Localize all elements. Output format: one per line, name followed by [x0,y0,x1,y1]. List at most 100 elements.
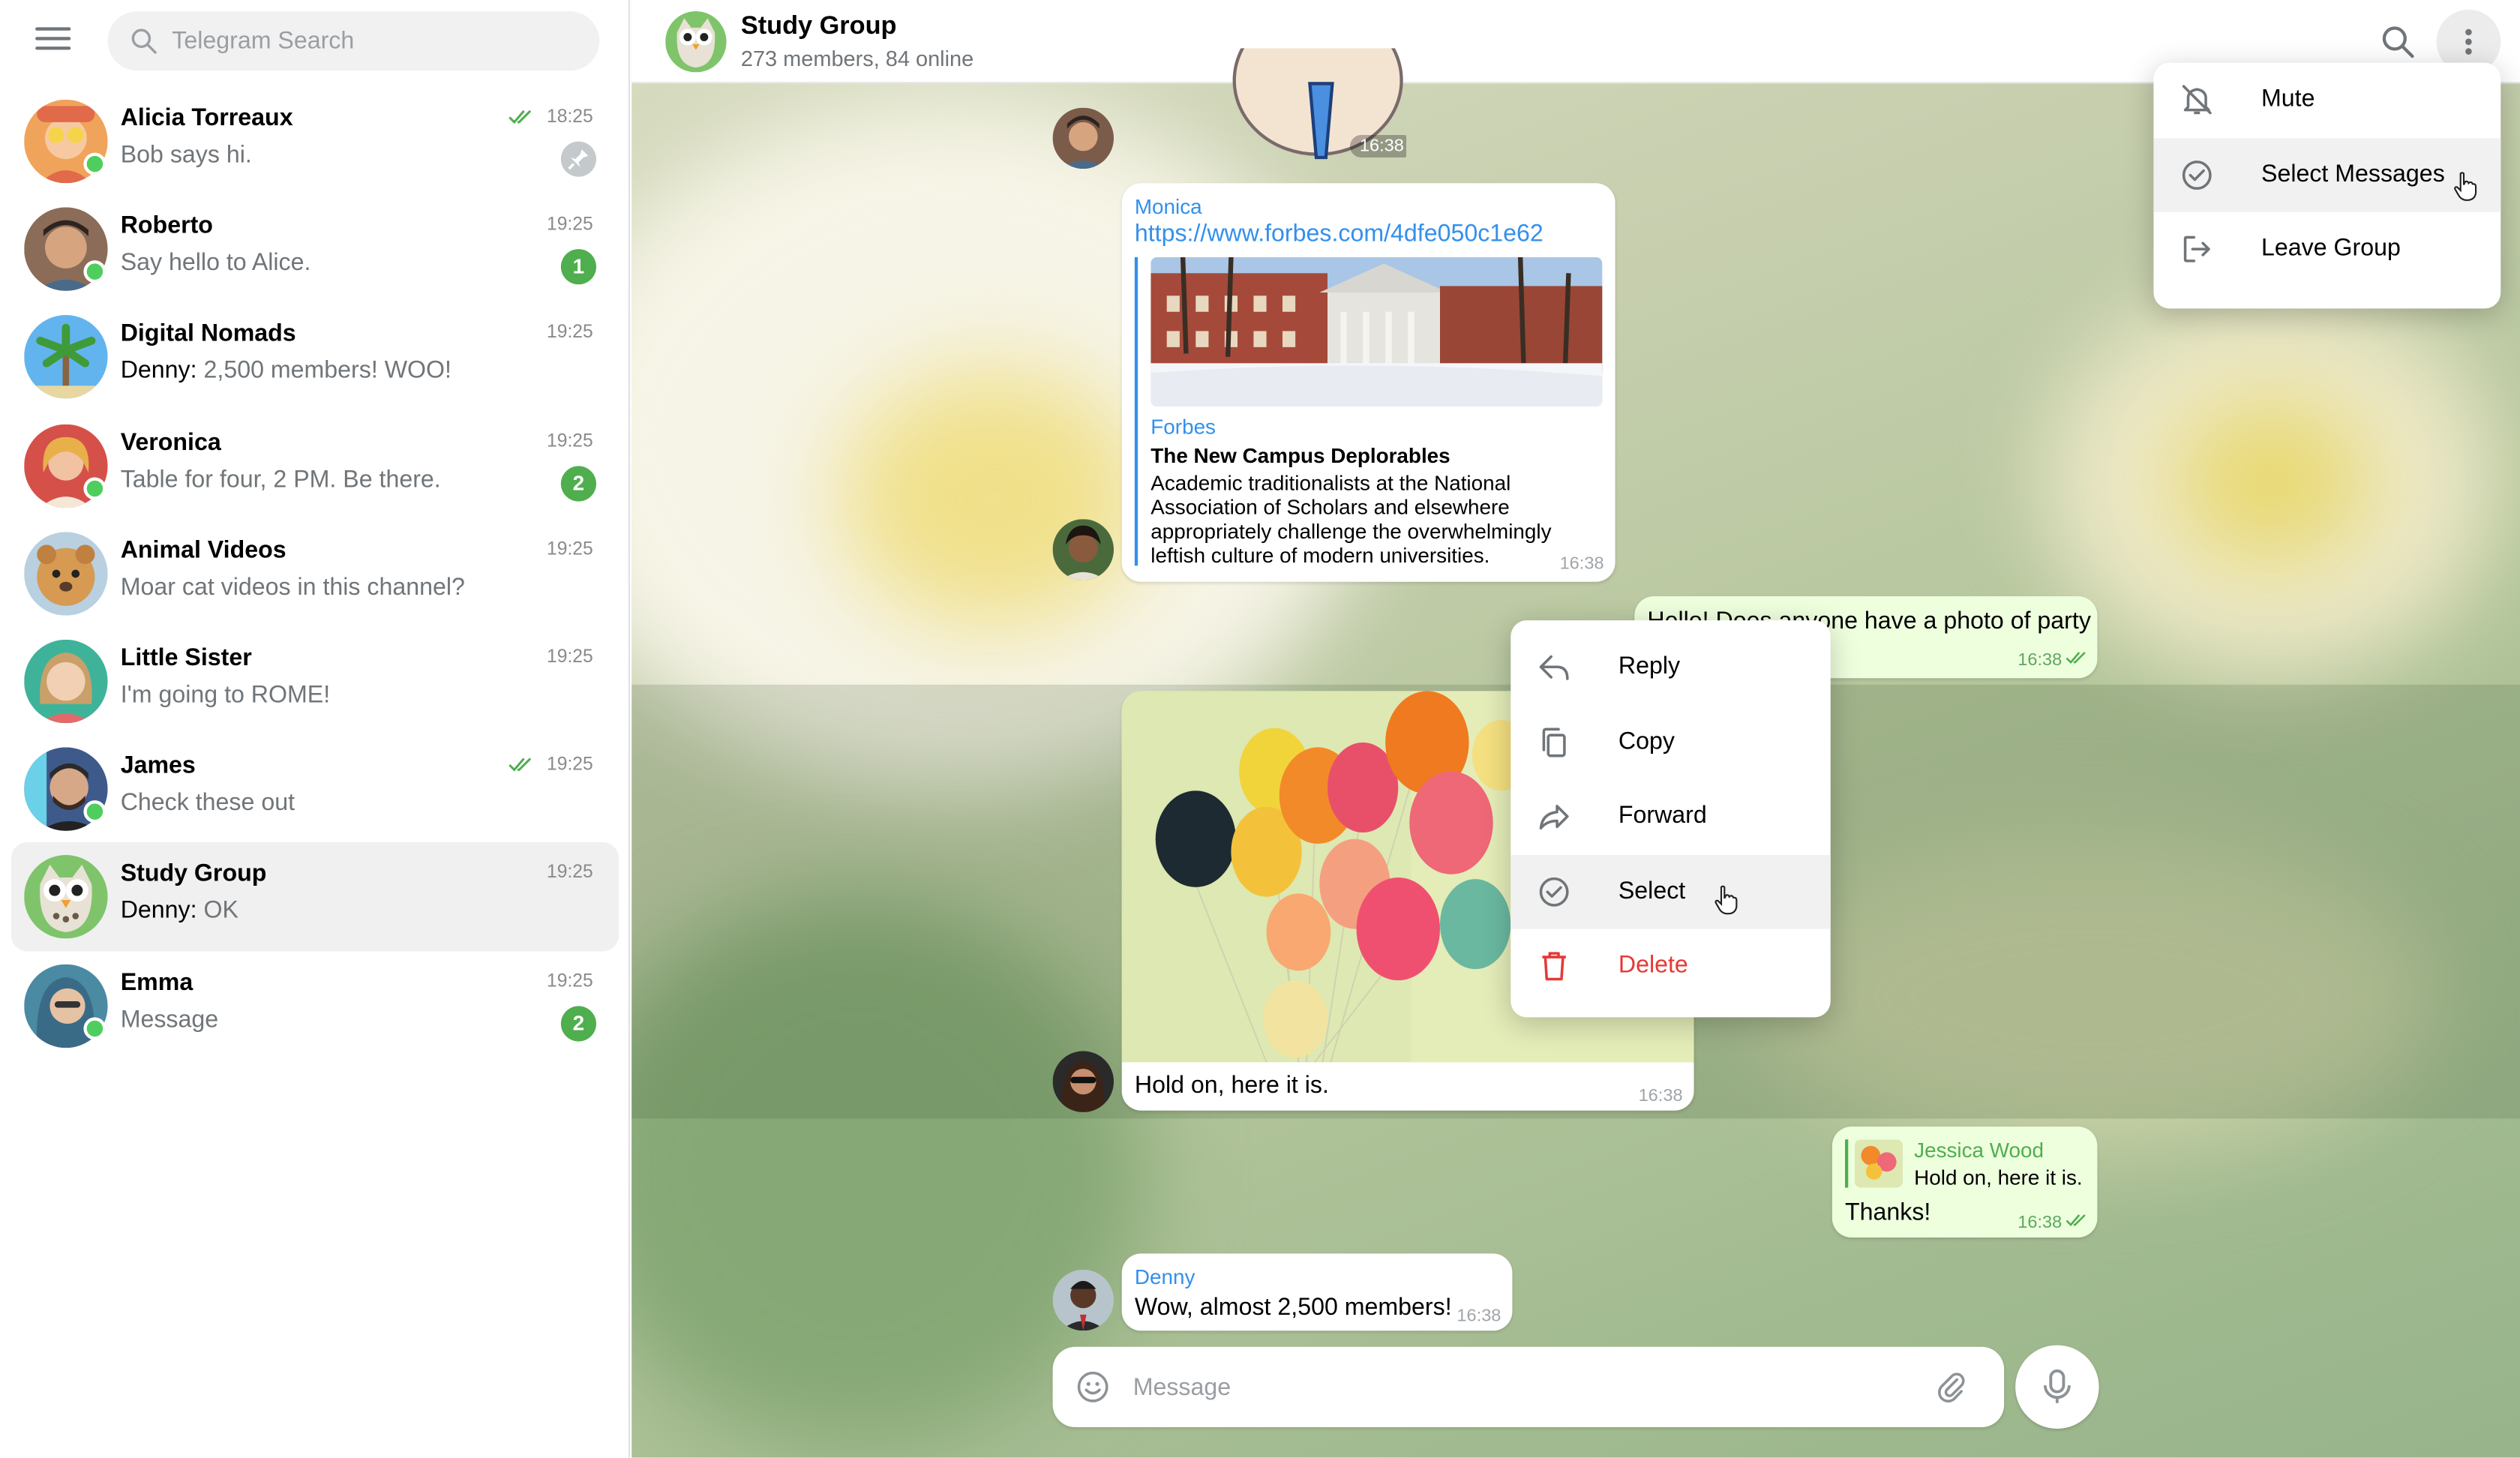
avatar [24,639,108,724]
message-input[interactable] [1132,1346,1905,1427]
delete-menu-item[interactable]: Delete [1510,929,1830,1004]
double-check-icon [508,758,532,772]
avatar [24,855,108,940]
avatar [24,531,108,616]
chat-item-animal-videos[interactable]: Animal Videos 19:25 Moar cat videos in t… [11,519,619,627]
online-indicator [83,800,106,824]
avatar [24,315,108,400]
emoji-icon[interactable] [1076,1370,1111,1405]
avatar[interactable] [1052,519,1114,580]
avatar[interactable] [1052,1269,1114,1331]
chat-preview: Denny: 2,500 members! WOO! [120,357,452,385]
search-icon[interactable] [2378,22,2416,61]
chat-preview: Bob says hi. [120,141,252,169]
chat-item-little-sister[interactable]: Little Sister 19:25 I'm going to ROME! [11,627,619,735]
online-indicator [83,1016,106,1040]
forward-icon [1539,805,1569,830]
chat-time: 19:25 [547,323,593,344]
group-avatar[interactable] [665,11,727,73]
online-indicator [83,476,106,500]
message-text: Wow, almost 2,500 members! [1134,1294,1452,1322]
copy-menu-item[interactable]: Copy [1510,705,1830,780]
forward-menu-item[interactable]: Forward [1510,780,1830,855]
online-indicator [83,260,106,284]
chat-preview: Check these out [120,789,296,817]
chat-time: 18:25 [547,107,593,128]
hand-cursor-icon [2454,171,2477,200]
link-url[interactable]: https://www.forbes.com/4dfe050c1e62 [1135,220,1544,248]
pin-badge [560,141,596,177]
avatar[interactable] [1052,107,1114,169]
chat-item-study-group[interactable]: Study Group 19:25 Denny: OK [11,842,619,951]
chat-item-emma[interactable]: Emma 19:25 Message 2 [11,951,619,1059]
chat-time: 19:25 [547,971,593,992]
reply-icon [1539,655,1569,680]
chat-item-roberto[interactable]: Roberto 19:25 Say hello to Alice. 1 [11,195,619,303]
reply-sender: Jessica Wood [1914,1138,2044,1162]
message-context-menu: Reply Copy Forward Select Delete [1510,620,1831,1018]
avatar[interactable] [1052,1051,1114,1112]
sender-name[interactable]: Denny [1135,1264,1196,1288]
check-circle-icon [2182,160,2212,190]
reply-menu-item[interactable]: Reply [1510,630,1830,705]
microphone-icon [2043,1369,2071,1403]
reply-thumbnail [1854,1139,1904,1188]
message-time: 16:38 [2018,1213,2062,1233]
message-time: 16:38 [1456,1306,1502,1326]
sender-name[interactable]: Monica [1135,194,1202,218]
search-bar[interactable] [107,11,600,71]
chat-list-sidebar: Alicia Torreaux 18:25 Bob says hi. Rober… [0,0,630,1458]
mute-menu-item[interactable]: Mute [2153,63,2500,138]
chat-list: Alicia Torreaux 18:25 Bob says hi. Rober… [11,87,619,1059]
message-text: Thanks! [1845,1198,1931,1226]
trash-icon [1542,952,1566,982]
search-icon [131,28,157,54]
chat-panel: Study Group 273 members, 84 online 16:38… [632,0,2520,1458]
link-message[interactable]: Monica https://www.forbes.com/4dfe050c1e… [1121,183,1616,582]
reply-text: Hold on, here it is. [1914,1165,2083,1190]
chat-name: Study Group [120,860,267,888]
hand-cursor-icon [1714,885,1738,914]
leave-group-menu-item[interactable]: Leave Group [2153,212,2500,287]
chat-item-james[interactable]: James 19:25 Check these out [11,735,619,843]
search-input[interactable] [172,11,574,71]
chat-time: 19:25 [547,431,593,452]
chat-item-digital-nomads[interactable]: Digital Nomads 19:25 Denny: 2,500 member… [11,303,619,411]
chat-preview: I'm going to ROME! [120,681,331,709]
unread-badge: 2 [560,1005,596,1041]
chat-time: 19:25 [547,647,593,668]
chat-preview: Say hello to Alice. [120,249,311,277]
message-time: 16:38 [1559,554,1604,574]
chat-name: Veronica [120,428,221,456]
voice-record-button[interactable] [2015,1345,2099,1429]
double-check-icon [508,110,532,124]
copy-icon [1542,727,1566,757]
message-time: 16:38 [1638,1086,1683,1106]
chat-preview: Table for four, 2 PM. Be there. [120,465,441,493]
chat-options-menu: Mute Select Messages Leave Group [2153,62,2501,309]
link-preview-image[interactable] [1150,256,1603,407]
chat-time: 19:25 [547,215,593,236]
online-indicator [83,152,106,176]
message-composer [1052,1346,2005,1427]
chat-preview: Moar cat videos in this channel? [120,573,465,601]
menu-icon[interactable] [35,27,71,52]
select-menu-item[interactable]: Select [1510,854,1831,930]
link-title: The New Campus Deplorables [1150,443,1450,468]
message-time: 16:38 [2018,650,2062,670]
chat-name: James [120,752,196,780]
outgoing-reply-message[interactable]: Jessica Wood Hold on, here it is. Thanks… [1832,1126,2098,1238]
chat-title[interactable]: Study Group [741,13,897,42]
chat-item-alicia-torreaux[interactable]: Alicia Torreaux 18:25 Bob says hi. [11,87,619,195]
photo-caption: Hold on, here it is. [1134,1072,1329,1100]
select-messages-menu-item[interactable]: Select Messages [2153,137,2501,213]
check-circle-icon [1539,877,1569,907]
logout-icon [2183,236,2210,263]
attach-icon[interactable] [1934,1370,1969,1405]
chat-name: Alicia Torreaux [120,104,293,132]
chat-item-veronica[interactable]: Veronica 19:25 Table for four, 2 PM. Be … [11,411,619,519]
chat-preview: Message [120,1005,219,1033]
chat-subtitle: 273 members, 84 online [740,46,974,71]
sticker-message[interactable]: 16:38 [1229,48,1406,164]
incoming-message[interactable]: Denny Wow, almost 2,500 members! 16:38 [1121,1253,1513,1331]
